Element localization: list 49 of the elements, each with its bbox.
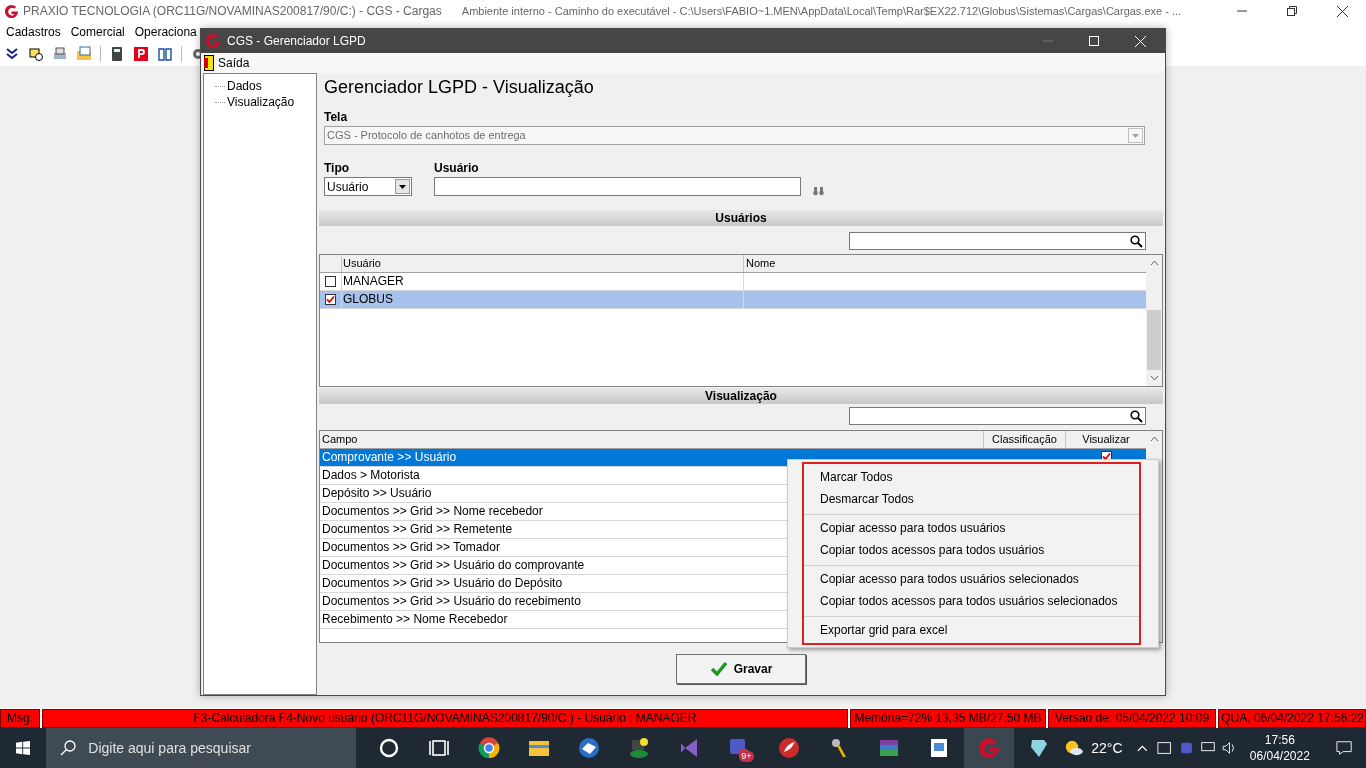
menu-item[interactable]: Copiar todos acessos para todos usuários selecionados (804, 590, 1139, 612)
datetime-status: QUA, 06/04/2022 17:56:22 (1218, 709, 1366, 728)
column-header[interactable]: Visualizar (1066, 431, 1146, 448)
temperature-text[interactable]: 22°C (1091, 737, 1123, 759)
table-cell: Comprovante >> Usuário (322, 450, 457, 464)
type-dropdown[interactable]: Usuário (324, 177, 412, 196)
table-cell: Documentos >> Grid >> Remetente (322, 522, 513, 536)
table-cell: Documentos >> Grid >> Usuário do Depósito (322, 576, 563, 590)
table-cell: Dados > Motorista (322, 468, 420, 482)
column-header[interactable]: Classificação (984, 431, 1066, 448)
status-label: Msg: (0, 709, 40, 728)
status-message: F3-Calculadora F4-Novo usuário (ORC11G/NOVAMINAS200817/90/C:) - Usuário : MANAGER (42, 709, 848, 728)
window-path: Ambiente interno - Caminho do executável - C:\Users\FABIO~1.MEN\AppData\Local\Temp\Rar$EX22.712\Globus\Sistemas\Cargas\Cargas.exe - ... (461, 3, 1182, 19)
taskbar-search-field[interactable]: Digite aqui para pesquisar (46, 728, 356, 768)
window-title: PRAXIO TECNOLOGIA (ORC11G/NOVAMINAS200817/90/C:) - CGS - Cargas (23, 3, 442, 20)
table-cell: Documentos >> Grid >> Nome recebedor (322, 504, 543, 518)
section-header: Visualização (319, 388, 1163, 404)
version-status: Versão de: 05/04/2022 10:09 (1048, 709, 1216, 728)
field-label: Usuário (434, 161, 480, 175)
clock-time[interactable]: 17:56 (1264, 732, 1295, 748)
notification-badge: 9+ (739, 751, 754, 762)
table-cell: Documentos >> Grid >> Usuário do recebimento (322, 594, 581, 608)
memory-status: Memória=72% 13,35 MB/27,50 MB (850, 709, 1046, 728)
field-label: Tela (324, 110, 349, 124)
table-cell: Documentos >> Grid >> Tomador (322, 540, 500, 554)
menu-item[interactable]: Exportar grid para excel (804, 619, 1139, 641)
window-title: CGS - Gerenciador LGPD (227, 33, 366, 50)
tree-item[interactable]: Visualização (227, 94, 295, 110)
column-header[interactable]: Nome (744, 255, 1146, 272)
menu-item[interactable]: Comercial (70, 23, 125, 41)
table-cell: MANAGER (342, 273, 744, 290)
clock-date[interactable]: 06/04/2022 (1249, 748, 1310, 764)
exit-menu-item[interactable]: Saída (204, 54, 250, 72)
table-cell: Depósito >> Usuário (322, 486, 432, 500)
table-row[interactable]: GLOBUS (320, 291, 1146, 309)
menu-item[interactable]: Cadastros (6, 23, 61, 41)
table-row[interactable]: MANAGER (320, 273, 1146, 291)
menu-item[interactable]: Marcar Todos (804, 466, 1139, 488)
column-header[interactable]: Usuário (342, 255, 744, 272)
section-header: Usuários (319, 210, 1163, 226)
save-button[interactable]: Gravar (676, 654, 806, 684)
column-header[interactable]: Campo (320, 431, 984, 448)
field-label: Tipo (324, 161, 351, 175)
table-cell: Documentos >> Grid >> Usuário do comprovante (322, 558, 585, 572)
table-cell: Recebimento >> Nome Recebedor (322, 612, 508, 626)
menu-item[interactable]: Operaciona (134, 23, 197, 41)
tree-item[interactable]: Dados (227, 78, 262, 94)
table-cell: GLOBUS (342, 291, 744, 308)
page-heading: Gerenciador LGPD - Visualização (324, 76, 595, 99)
